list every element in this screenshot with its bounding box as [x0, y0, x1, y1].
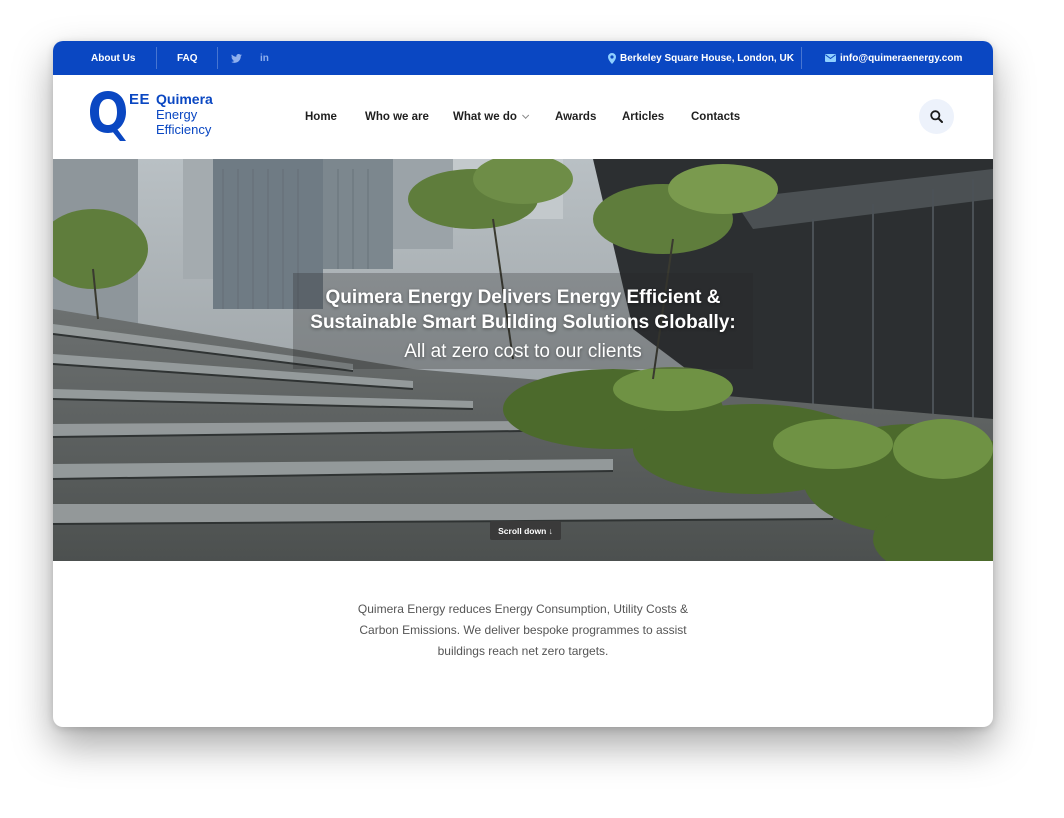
email-link[interactable]: info@quimeraenergy.com: [825, 41, 962, 75]
faq-link[interactable]: FAQ: [177, 41, 198, 75]
logo-name: Quimera: [156, 91, 213, 107]
address-item: Berkeley Square House, London, UK: [608, 41, 794, 75]
nav-who-we-are[interactable]: Who we are: [365, 75, 429, 159]
nav-home[interactable]: Home: [305, 75, 337, 159]
search-button[interactable]: [919, 99, 954, 134]
divider: [217, 47, 218, 69]
nav-what-we-do[interactable]: What we do: [453, 75, 530, 159]
nav-contacts[interactable]: Contacts: [691, 75, 740, 159]
divider: [156, 47, 157, 69]
address-text: Berkeley Square House, London, UK: [620, 52, 794, 64]
scroll-down-button[interactable]: Scroll down ↓: [490, 521, 561, 540]
logo-q-icon: [90, 91, 126, 141]
nav-what-we-do-label: What we do: [453, 111, 517, 123]
browser-window: About Us FAQ in Berkeley Square House, L…: [53, 41, 993, 727]
map-pin-icon: [608, 52, 616, 64]
hero-title-line1: Quimera Energy Delivers Energy Efficient…: [325, 287, 721, 308]
chevron-down-icon: [521, 111, 530, 119]
top-bar: About Us FAQ in Berkeley Square House, L…: [53, 41, 993, 75]
about-us-link[interactable]: About Us: [91, 41, 135, 75]
linkedin-icon[interactable]: in: [260, 41, 269, 75]
search-icon: [930, 110, 943, 123]
email-text: info@quimeraenergy.com: [840, 52, 963, 64]
divider: [801, 47, 802, 69]
intro-text: Quimera Energy reduces Energy Consumptio…: [357, 602, 689, 658]
hero-subtitle: All at zero cost to our clients: [404, 341, 642, 362]
nav-awards[interactable]: Awards: [555, 75, 596, 159]
envelope-icon: [825, 54, 836, 62]
site-header: EE Quimera Energy Efficiency Home Who we…: [53, 75, 993, 159]
logo-line2: Energy: [156, 107, 198, 122]
hero-banner: Quimera Energy Delivers Energy Efficient…: [53, 159, 993, 561]
nav-articles[interactable]: Articles: [622, 75, 664, 159]
hero-title-line2: Sustainable Smart Building Solutions Glo…: [310, 312, 736, 333]
logo-line3: Efficiency: [156, 122, 212, 137]
twitter-icon[interactable]: [231, 41, 242, 75]
logo-ee-text: EE: [129, 91, 151, 108]
